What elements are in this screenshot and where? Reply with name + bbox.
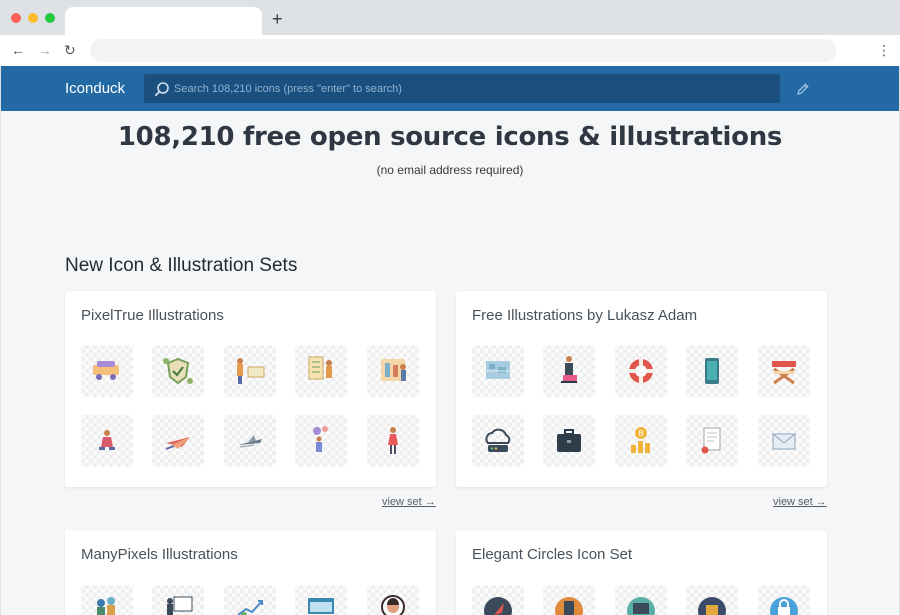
set-card-lukasz-adam[interactable]: Free Illustrations by Lukasz Adam B (456, 291, 827, 487)
woman-avatar-illustration[interactable] (367, 585, 419, 615)
person-laptop-illustration[interactable] (543, 345, 595, 397)
svg-text:B: B (638, 429, 643, 438)
forward-arrow-icon[interactable]: → (38, 41, 52, 59)
browser-menu-kebab-icon[interactable]: ⋮ (877, 41, 891, 59)
window-maximize-button[interactable] (45, 13, 55, 23)
page-subtitle: (no email address required) (376, 163, 524, 177)
search-bar[interactable] (144, 74, 780, 103)
bitcoin-chart-illustration[interactable]: B (615, 415, 667, 467)
new-tab-plus-icon[interactable]: + (272, 9, 283, 29)
smartphone-illustration[interactable] (686, 345, 738, 397)
person-balloons-illustration[interactable] (295, 415, 347, 467)
brand-logo[interactable]: Iconduck (65, 80, 125, 97)
search-input[interactable] (174, 74, 774, 103)
set-card-title[interactable]: Elegant Circles Icon Set (472, 546, 632, 563)
cloud-server-illustration[interactable] (472, 415, 524, 467)
plant-shield-illustration[interactable] (152, 345, 204, 397)
briefcase-illustration[interactable] (543, 415, 595, 467)
window-minimize-button[interactable] (28, 13, 38, 23)
growth-chart-illustration[interactable] (224, 585, 276, 615)
reload-icon[interactable]: ↻ (64, 41, 76, 59)
browser-tabstrip: + (0, 0, 900, 35)
section-title: New Icon & Illustration Sets (65, 255, 298, 276)
person-sitting-illustration[interactable] (81, 415, 133, 467)
database-circle-icon[interactable] (686, 585, 738, 615)
door-circle-icon[interactable] (543, 585, 595, 615)
page: Iconduck 108,210 free open source icons … (1, 66, 899, 615)
lifebuoy-illustration[interactable] (615, 345, 667, 397)
search-icon (154, 82, 169, 97)
set-card-pixeltrue[interactable]: PixelTrue Illustrations (65, 291, 436, 487)
person-presenting-illustration[interactable] (224, 345, 276, 397)
document-illustration[interactable] (686, 415, 738, 467)
team-building-illustration[interactable] (367, 345, 419, 397)
director-chair-illustration[interactable] (758, 345, 810, 397)
browser-toolbar: ← → ↻ ⋮ (0, 35, 900, 66)
rocket-circle-icon[interactable] (472, 585, 524, 615)
teacher-board-illustration[interactable] (152, 585, 204, 615)
back-arrow-icon[interactable]: ← (11, 41, 25, 59)
set-card-manypixels[interactable]: ManyPixels Illustrations (65, 530, 436, 615)
envelope-illustration[interactable] (758, 415, 810, 467)
paper-plane-illustration[interactable] (152, 415, 204, 467)
map-illustration[interactable] (472, 345, 524, 397)
person-checklist-illustration[interactable] (295, 345, 347, 397)
lock-circle-icon[interactable] (758, 585, 810, 615)
browser-window-illustration[interactable] (295, 585, 347, 615)
browser-tab[interactable] (65, 7, 262, 35)
set-card-title[interactable]: ManyPixels Illustrations (81, 546, 238, 563)
address-bar[interactable] (90, 39, 836, 62)
woman-standing-illustration[interactable] (367, 415, 419, 467)
delivery-truck-illustration[interactable] (81, 345, 133, 397)
window-close-button[interactable] (11, 13, 21, 23)
view-set-link[interactable]: view set → (382, 496, 436, 508)
people-group-illustration[interactable] (81, 585, 133, 615)
set-card-title[interactable]: Free Illustrations by Lukasz Adam (472, 307, 697, 324)
site-header: Iconduck (1, 66, 899, 111)
set-card-title[interactable]: PixelTrue Illustrations (81, 307, 224, 324)
page-title: 108,210 free open source icons & illustr… (117, 122, 783, 152)
set-card-elegant-circles[interactable]: Elegant Circles Icon Set (456, 530, 827, 615)
pencil-icon[interactable] (796, 82, 810, 96)
view-set-link[interactable]: view set → (773, 496, 827, 508)
airplane-illustration[interactable] (224, 415, 276, 467)
monitor-circle-icon[interactable] (615, 585, 667, 615)
